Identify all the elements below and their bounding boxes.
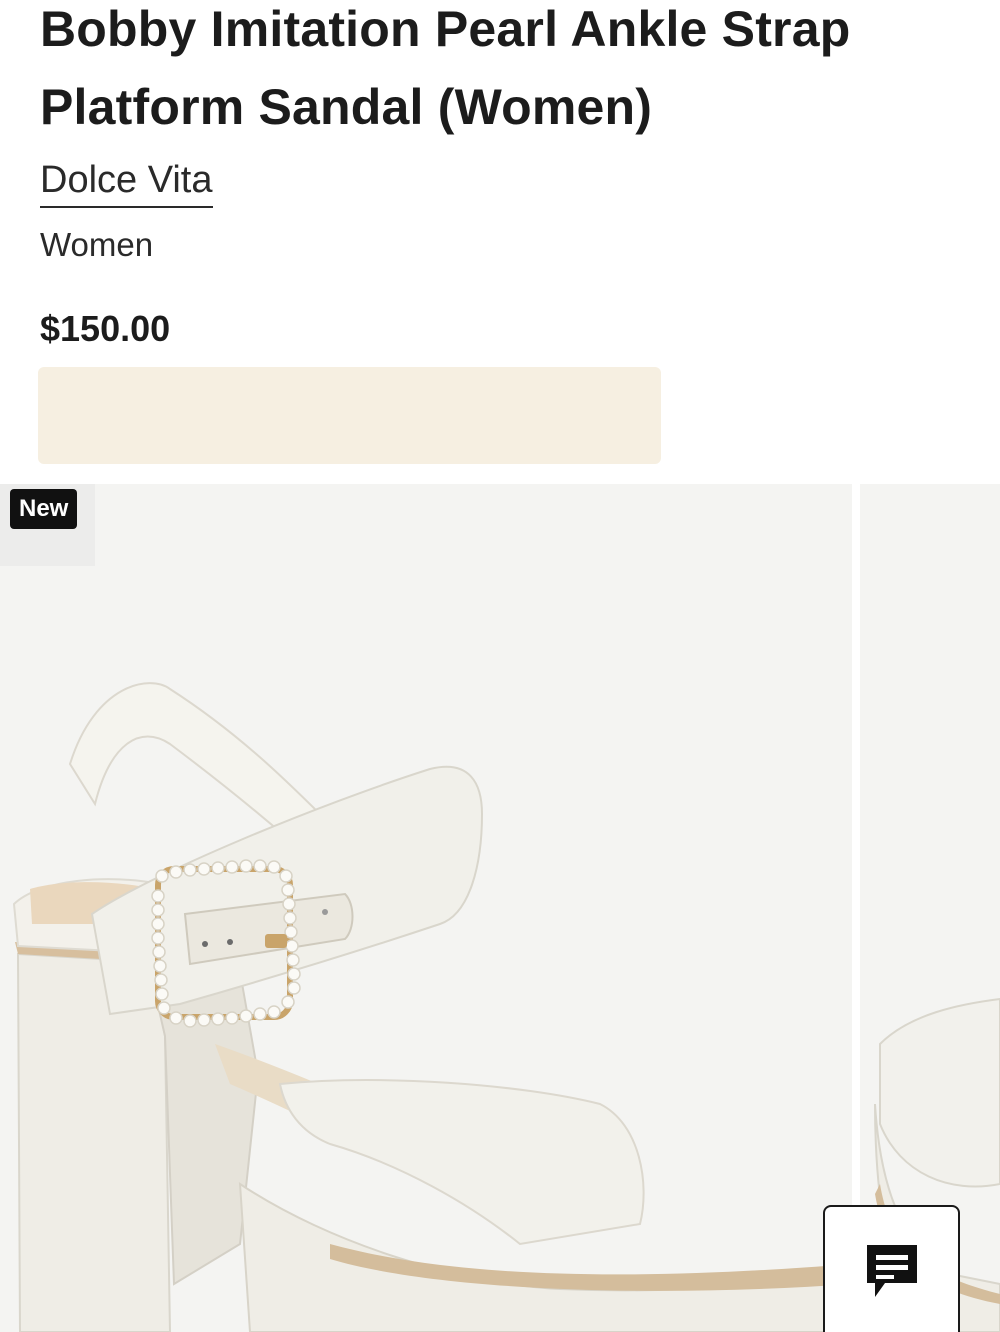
chat-icon: [867, 1245, 917, 1297]
product-header: Bobby Imitation Pearl Ankle Strap Platfo…: [40, 0, 970, 349]
badge-container: New: [0, 484, 95, 566]
new-badge: New: [10, 489, 78, 529]
promo-banner: [38, 367, 661, 464]
product-price: $150.00: [40, 308, 171, 349]
brand-link[interactable]: Dolce Vita: [40, 158, 213, 208]
product-title: Bobby Imitation Pearl Ankle Strap Platfo…: [40, 1, 851, 135]
product-image-main[interactable]: New: [0, 484, 853, 1332]
chat-button[interactable]: [823, 1205, 960, 1332]
product-category: Women: [40, 226, 154, 263]
sandal-image: [12, 682, 853, 1332]
